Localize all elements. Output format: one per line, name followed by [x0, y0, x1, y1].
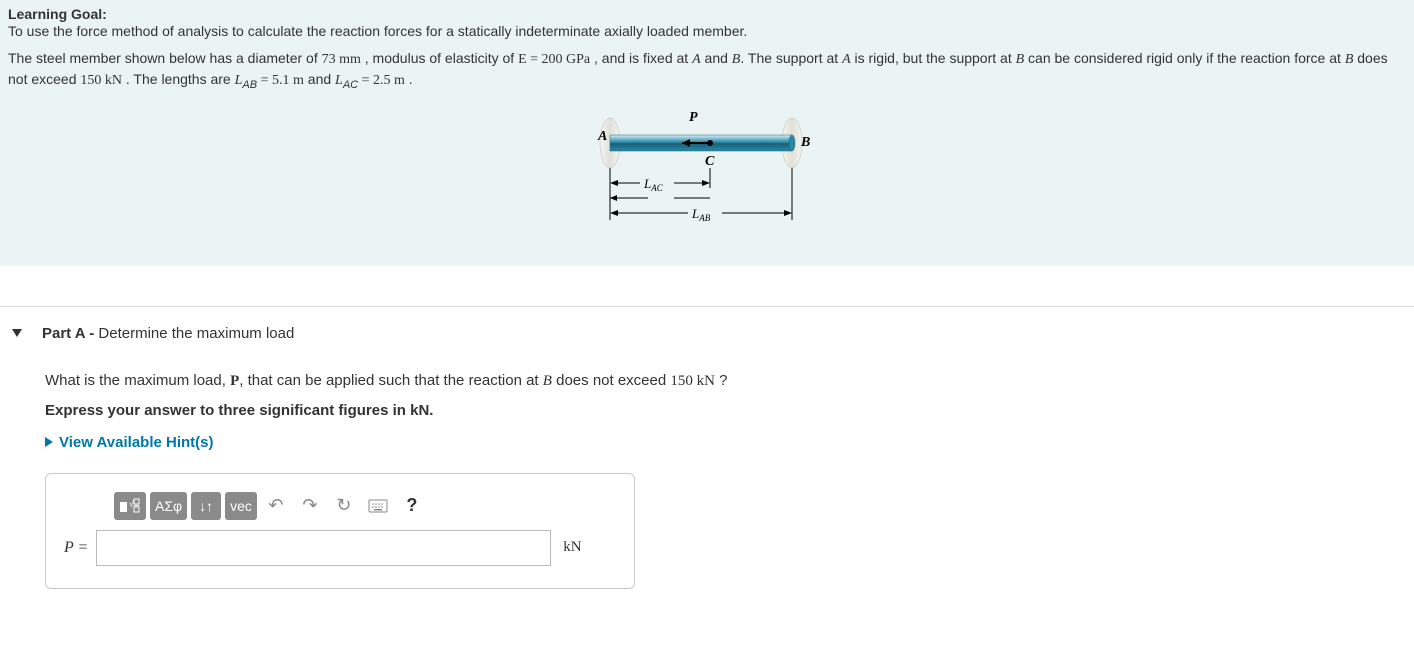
point-a: A — [692, 52, 701, 67]
variable-p: P — [230, 373, 239, 389]
subscript-button[interactable]: ↓↑ — [191, 492, 221, 520]
templates-icon: √ — [119, 497, 141, 515]
answer-input[interactable] — [96, 530, 551, 566]
length-lac-value: = 2.5 m — [358, 73, 405, 88]
text-fragment: , that can be applied such that the reac… — [239, 372, 543, 389]
text-fragment: and — [701, 50, 732, 66]
text-fragment: , modulus of elasticity of — [361, 50, 518, 66]
text-fragment: . The lengths are — [122, 71, 235, 87]
text-fragment: and — [304, 71, 335, 87]
diagram-lac-label: LAC — [643, 176, 664, 193]
answer-unit: kN — [563, 539, 581, 556]
part-a-body: What is the maximum load, P, that can be… — [0, 342, 1414, 609]
diagram-lab-label: LAB — [691, 206, 711, 223]
force-limit: 150 kN — [80, 73, 122, 88]
hints-label: View Available Hint(s) — [59, 434, 214, 451]
part-a-subtitle: Determine the maximum load — [98, 325, 294, 342]
answer-variable-label: P = — [64, 539, 88, 557]
reset-button[interactable]: ↻ — [329, 492, 359, 520]
text-fragment: What is the maximum load, — [45, 372, 230, 389]
question-text: What is the maximum load, P, that can be… — [45, 372, 1414, 390]
hints-caret-icon — [45, 437, 53, 447]
part-a-section: Part A - Determine the maximum load What… — [0, 306, 1414, 609]
diameter-value: 73 mm — [322, 52, 361, 67]
text-fragment: . The support at — [740, 50, 842, 66]
problem-statement: The steel member shown below has a diame… — [8, 49, 1406, 93]
greek-button[interactable]: ΑΣφ — [150, 492, 187, 520]
text-fragment: . — [405, 71, 413, 87]
beam-diagram: A P C B LAC LAB — [592, 108, 822, 238]
diagram-container: A P C B LAC LAB — [8, 108, 1406, 241]
learning-goal-text: To use the force method of analysis to c… — [8, 23, 1406, 39]
length-lab-value: = 5.1 m — [257, 73, 304, 88]
text-fragment: can be considered rigid only if the reac… — [1024, 50, 1345, 66]
collapse-caret-icon[interactable] — [12, 329, 22, 337]
templates-button[interactable]: √ — [114, 492, 146, 520]
answer-format-instruction: Express your answer to three significant… — [45, 402, 1414, 419]
answer-box: √ ΑΣφ ↓↑ vec ↶ ↷ ↻ — [45, 473, 635, 589]
help-button[interactable]: ? — [397, 492, 427, 520]
length-lab-sub: AB — [242, 78, 257, 90]
vector-button[interactable]: vec — [225, 492, 257, 520]
part-a-title: Part A - Determine the maximum load — [42, 325, 294, 342]
answer-row: P = kN — [64, 530, 616, 566]
limit-value: 150 kN — [670, 373, 715, 389]
learning-goal-label: Learning Goal: — [8, 6, 1406, 22]
modulus-value: E = 200 GPa — [518, 52, 590, 67]
part-a-header[interactable]: Part A - Determine the maximum load — [0, 325, 1414, 342]
redo-button[interactable]: ↷ — [295, 492, 325, 520]
keyboard-button[interactable] — [363, 492, 393, 520]
text-fragment: The steel member shown below has a diame… — [8, 50, 322, 66]
diagram-label-a: A — [597, 129, 607, 144]
diagram-label-p: P — [689, 110, 698, 125]
point-b: B — [1016, 52, 1025, 67]
length-lac-symbol: L — [335, 73, 343, 88]
svg-text:√: √ — [129, 499, 134, 509]
point-b: B — [543, 373, 552, 389]
diagram-label-c: C — [705, 154, 715, 169]
text-fragment: ? — [715, 372, 728, 389]
equation-toolbar: √ ΑΣφ ↓↑ vec ↶ ↷ ↻ — [114, 492, 616, 520]
text-fragment: does not exceed — [552, 372, 670, 389]
text-fragment: , and is fixed at — [590, 50, 692, 66]
problem-header: Learning Goal: To use the force method o… — [0, 0, 1414, 266]
part-a-label: Part A - — [42, 325, 98, 342]
point-a: A — [842, 52, 851, 67]
length-lac-sub: AC — [343, 78, 358, 90]
diagram-label-b: B — [800, 135, 810, 150]
view-hints-link[interactable]: View Available Hint(s) — [45, 434, 1414, 451]
keyboard-icon — [368, 499, 388, 513]
text-fragment: is rigid, but the support at — [851, 50, 1016, 66]
undo-button[interactable]: ↶ — [261, 492, 291, 520]
